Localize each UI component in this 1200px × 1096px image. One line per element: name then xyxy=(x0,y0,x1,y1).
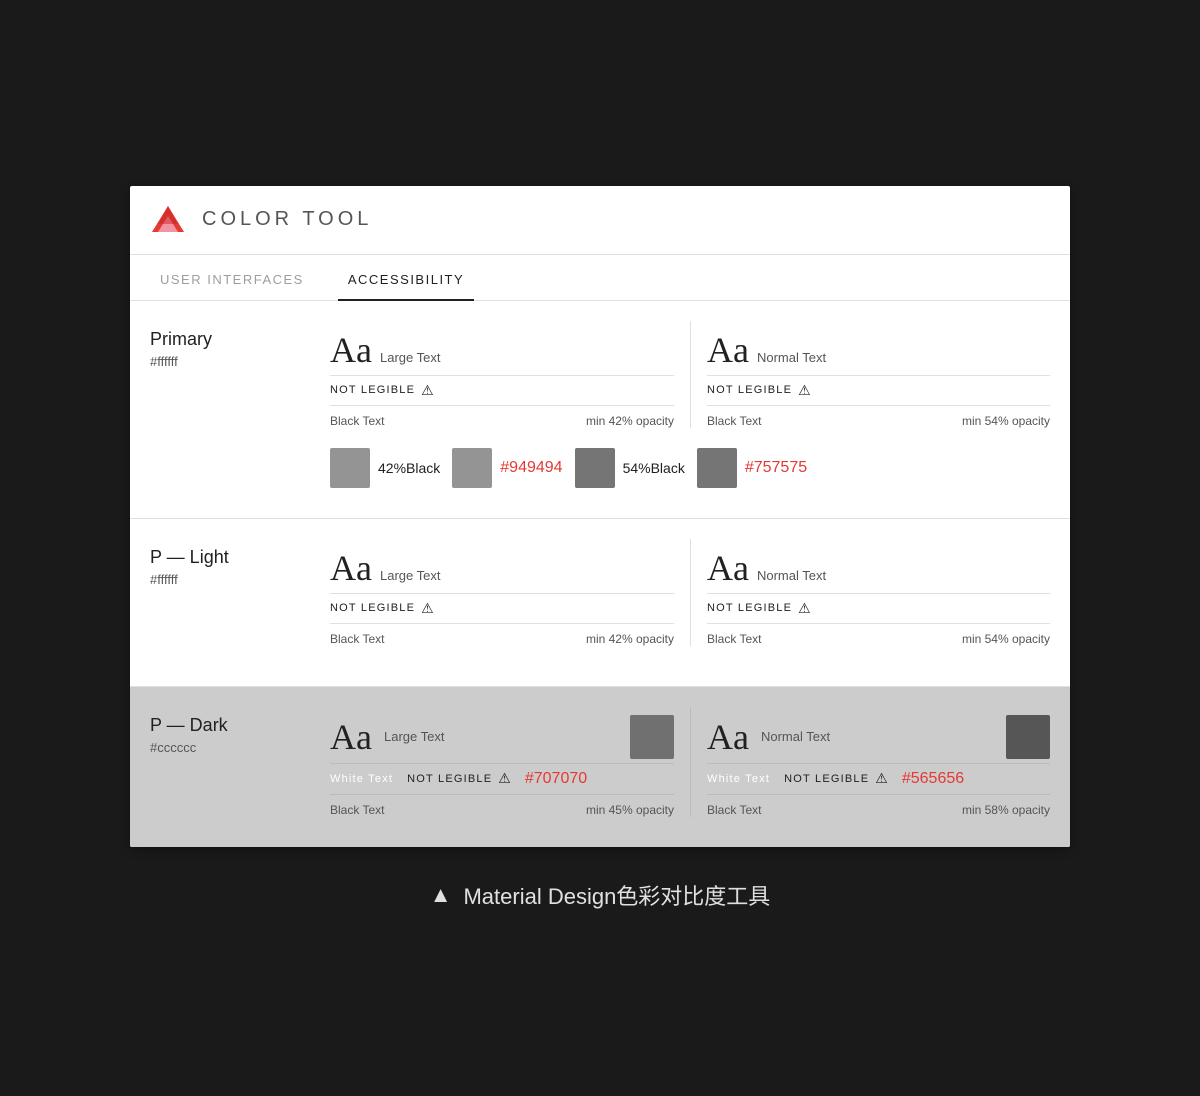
warning-icon-4: ⚠ xyxy=(798,600,812,617)
section-p-dark: P — Dark #cccccc Aa Large Text xyxy=(130,687,1070,847)
p-dark-large-black-label: Black Text xyxy=(330,803,384,817)
swatch-42-pct: 42%Black xyxy=(378,460,440,476)
p-light-label: P — Light xyxy=(150,547,330,568)
swatch-54-pct: 54%Black xyxy=(623,460,685,476)
p-light-hex: #ffffff xyxy=(150,572,330,587)
p-dark-normal-legibility: NOT LEGIBLE xyxy=(784,773,869,785)
swatch-hex-54-box xyxy=(697,448,737,488)
p-light-large-size: Large Text xyxy=(380,568,440,583)
swatch-hex-42-box xyxy=(452,448,492,488)
p-dark-normal-white-label: White Text xyxy=(707,773,770,785)
swatch-hex-54: #757575 xyxy=(697,448,807,488)
caption-text: Material Design色彩对比度工具 xyxy=(463,879,770,911)
primary-large-text: Aa Large Text NOT LEGIBLE ⚠ Black Text xyxy=(330,321,690,428)
swatch-42-box xyxy=(330,448,370,488)
p-dark-large-swatch xyxy=(630,715,674,759)
primary-normal-aa: Aa xyxy=(707,329,749,371)
p-dark-large-text: Aa Large Text White Text NOT LEGIBLE ⚠ #… xyxy=(330,707,690,817)
primary-large-opacity: min 42% opacity xyxy=(586,414,674,428)
tab-accessibility[interactable]: ACCESSIBILITY xyxy=(338,256,474,301)
primary-normal-text: Aa Normal Text NOT LEGIBLE ⚠ Black Text xyxy=(690,321,1050,428)
p-light-large-legibility: NOT LEGIBLE ⚠ xyxy=(330,594,674,623)
warning-icon-3: ⚠ xyxy=(421,600,435,617)
swatch-54-hex: #757575 xyxy=(745,459,807,477)
p-dark-label: P — Dark xyxy=(150,715,330,736)
p-dark-large-white-label: White Text xyxy=(330,773,393,785)
p-dark-hex: #cccccc xyxy=(150,740,330,755)
p-dark-normal-swatch-hex: #565656 xyxy=(902,770,964,788)
primary-large-aa: Aa xyxy=(330,329,372,371)
section-primary: Primary #ffffff Aa Large Text xyxy=(130,301,1070,519)
tabs: USER INTERFACES ACCESSIBILITY xyxy=(130,255,1070,301)
warning-icon-1: ⚠ xyxy=(421,382,435,399)
p-light-normal-opacity: min 54% opacity xyxy=(962,632,1050,646)
p-light-normal-size: Normal Text xyxy=(757,568,826,583)
logo-icon xyxy=(150,202,186,238)
swatch-group-42: 42%Black xyxy=(330,448,440,488)
p-dark-normal-aa: Aa xyxy=(707,716,749,758)
p-light-normal-aa: Aa xyxy=(707,547,749,589)
main-card: COLOR TOOL USER INTERFACES ACCESSIBILITY… xyxy=(130,186,1070,847)
p-light-large-opacity: min 42% opacity xyxy=(586,632,674,646)
primary-swatches: 42%Black #949494 54%Black #757575 xyxy=(330,448,1050,488)
p-light-normal-text: Aa Normal Text NOT LEGIBLE ⚠ Black Text xyxy=(690,539,1050,646)
tab-user-interfaces[interactable]: USER INTERFACES xyxy=(150,256,314,301)
caption-triangle: ▲ xyxy=(430,882,452,908)
primary-normal-size: Normal Text xyxy=(757,350,826,365)
header: COLOR TOOL xyxy=(130,186,1070,255)
warning-icon-6: ⚠ xyxy=(875,770,888,787)
warning-icon-2: ⚠ xyxy=(798,382,812,399)
outer-wrapper: COLOR TOOL USER INTERFACES ACCESSIBILITY… xyxy=(130,186,1070,911)
primary-normal-legibility: NOT LEGIBLE ⚠ xyxy=(707,376,1050,405)
p-dark-normal-opacity: min 58% opacity xyxy=(962,803,1050,817)
p-dark-large-aa: Aa xyxy=(330,716,372,758)
swatch-54-box xyxy=(575,448,615,488)
p-dark-large-legibility: NOT LEGIBLE xyxy=(407,773,492,785)
swatch-group-54: 54%Black xyxy=(575,448,685,488)
p-dark-normal-size: Normal Text xyxy=(761,729,830,744)
primary-hex: #ffffff xyxy=(150,354,330,369)
header-title: COLOR TOOL xyxy=(202,208,372,231)
warning-icon-5: ⚠ xyxy=(498,770,511,787)
p-light-large-aa: Aa xyxy=(330,547,372,589)
p-dark-large-swatch-hex: #707070 xyxy=(525,770,587,788)
primary-label: Primary xyxy=(150,329,330,350)
primary-normal-black-label: Black Text xyxy=(707,414,761,428)
swatch-42-hex: #949494 xyxy=(500,459,562,477)
p-dark-normal-text: Aa Normal Text White Text NOT LEGIBLE ⚠ … xyxy=(690,707,1050,817)
p-light-normal-legibility: NOT LEGIBLE ⚠ xyxy=(707,594,1050,623)
primary-large-black-label: Black Text xyxy=(330,414,384,428)
primary-large-size: Large Text xyxy=(380,350,440,365)
p-dark-large-size: Large Text xyxy=(384,729,444,744)
primary-normal-opacity: min 54% opacity xyxy=(962,414,1050,428)
primary-large-legibility: NOT LEGIBLE ⚠ xyxy=(330,376,674,405)
p-light-large-text: Aa Large Text NOT LEGIBLE ⚠ Black Text xyxy=(330,539,690,646)
p-dark-large-opacity: min 45% opacity xyxy=(586,803,674,817)
swatch-hex-42: #949494 xyxy=(452,448,562,488)
p-dark-normal-black-label: Black Text xyxy=(707,803,761,817)
p-light-large-black-label: Black Text xyxy=(330,632,384,646)
p-light-normal-black-label: Black Text xyxy=(707,632,761,646)
section-p-light: P — Light #ffffff Aa Large Text xyxy=(130,519,1070,687)
caption: ▲ Material Design色彩对比度工具 xyxy=(430,879,771,911)
p-dark-normal-swatch xyxy=(1006,715,1050,759)
